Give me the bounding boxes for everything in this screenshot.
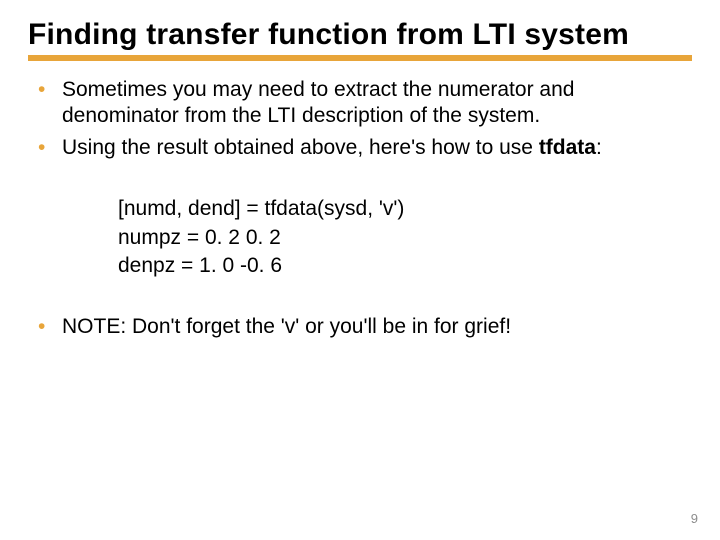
bullet-item: Sometimes you may need to extract the nu… <box>28 77 692 130</box>
code-line: [numd, dend] = tfdata(sysd, 'v') <box>118 195 692 223</box>
code-line: denpz = 1. 0 -0. 6 <box>118 252 692 280</box>
bullet-list-bottom: NOTE: Don't forget the 'v' or you'll be … <box>28 314 692 340</box>
bullet-text: : <box>596 136 602 159</box>
slide-title: Finding transfer function from LTI syste… <box>28 18 692 53</box>
bullet-item: Using the result obtained above, here's … <box>28 135 692 161</box>
bullet-text: Using the result obtained above, here's … <box>62 136 539 159</box>
code-block: [numd, dend] = tfdata(sysd, 'v') numpz =… <box>118 195 692 280</box>
bullet-item-note: NOTE: Don't forget the 'v' or you'll be … <box>28 314 692 340</box>
code-line: numpz = 0. 2 0. 2 <box>118 224 692 252</box>
bullet-list-top: Sometimes you may need to extract the nu… <box>28 77 692 162</box>
page-number: 9 <box>691 511 698 526</box>
bullet-bold: tfdata <box>539 136 596 159</box>
title-underline <box>28 55 692 61</box>
slide: Finding transfer function from LTI syste… <box>0 0 720 540</box>
